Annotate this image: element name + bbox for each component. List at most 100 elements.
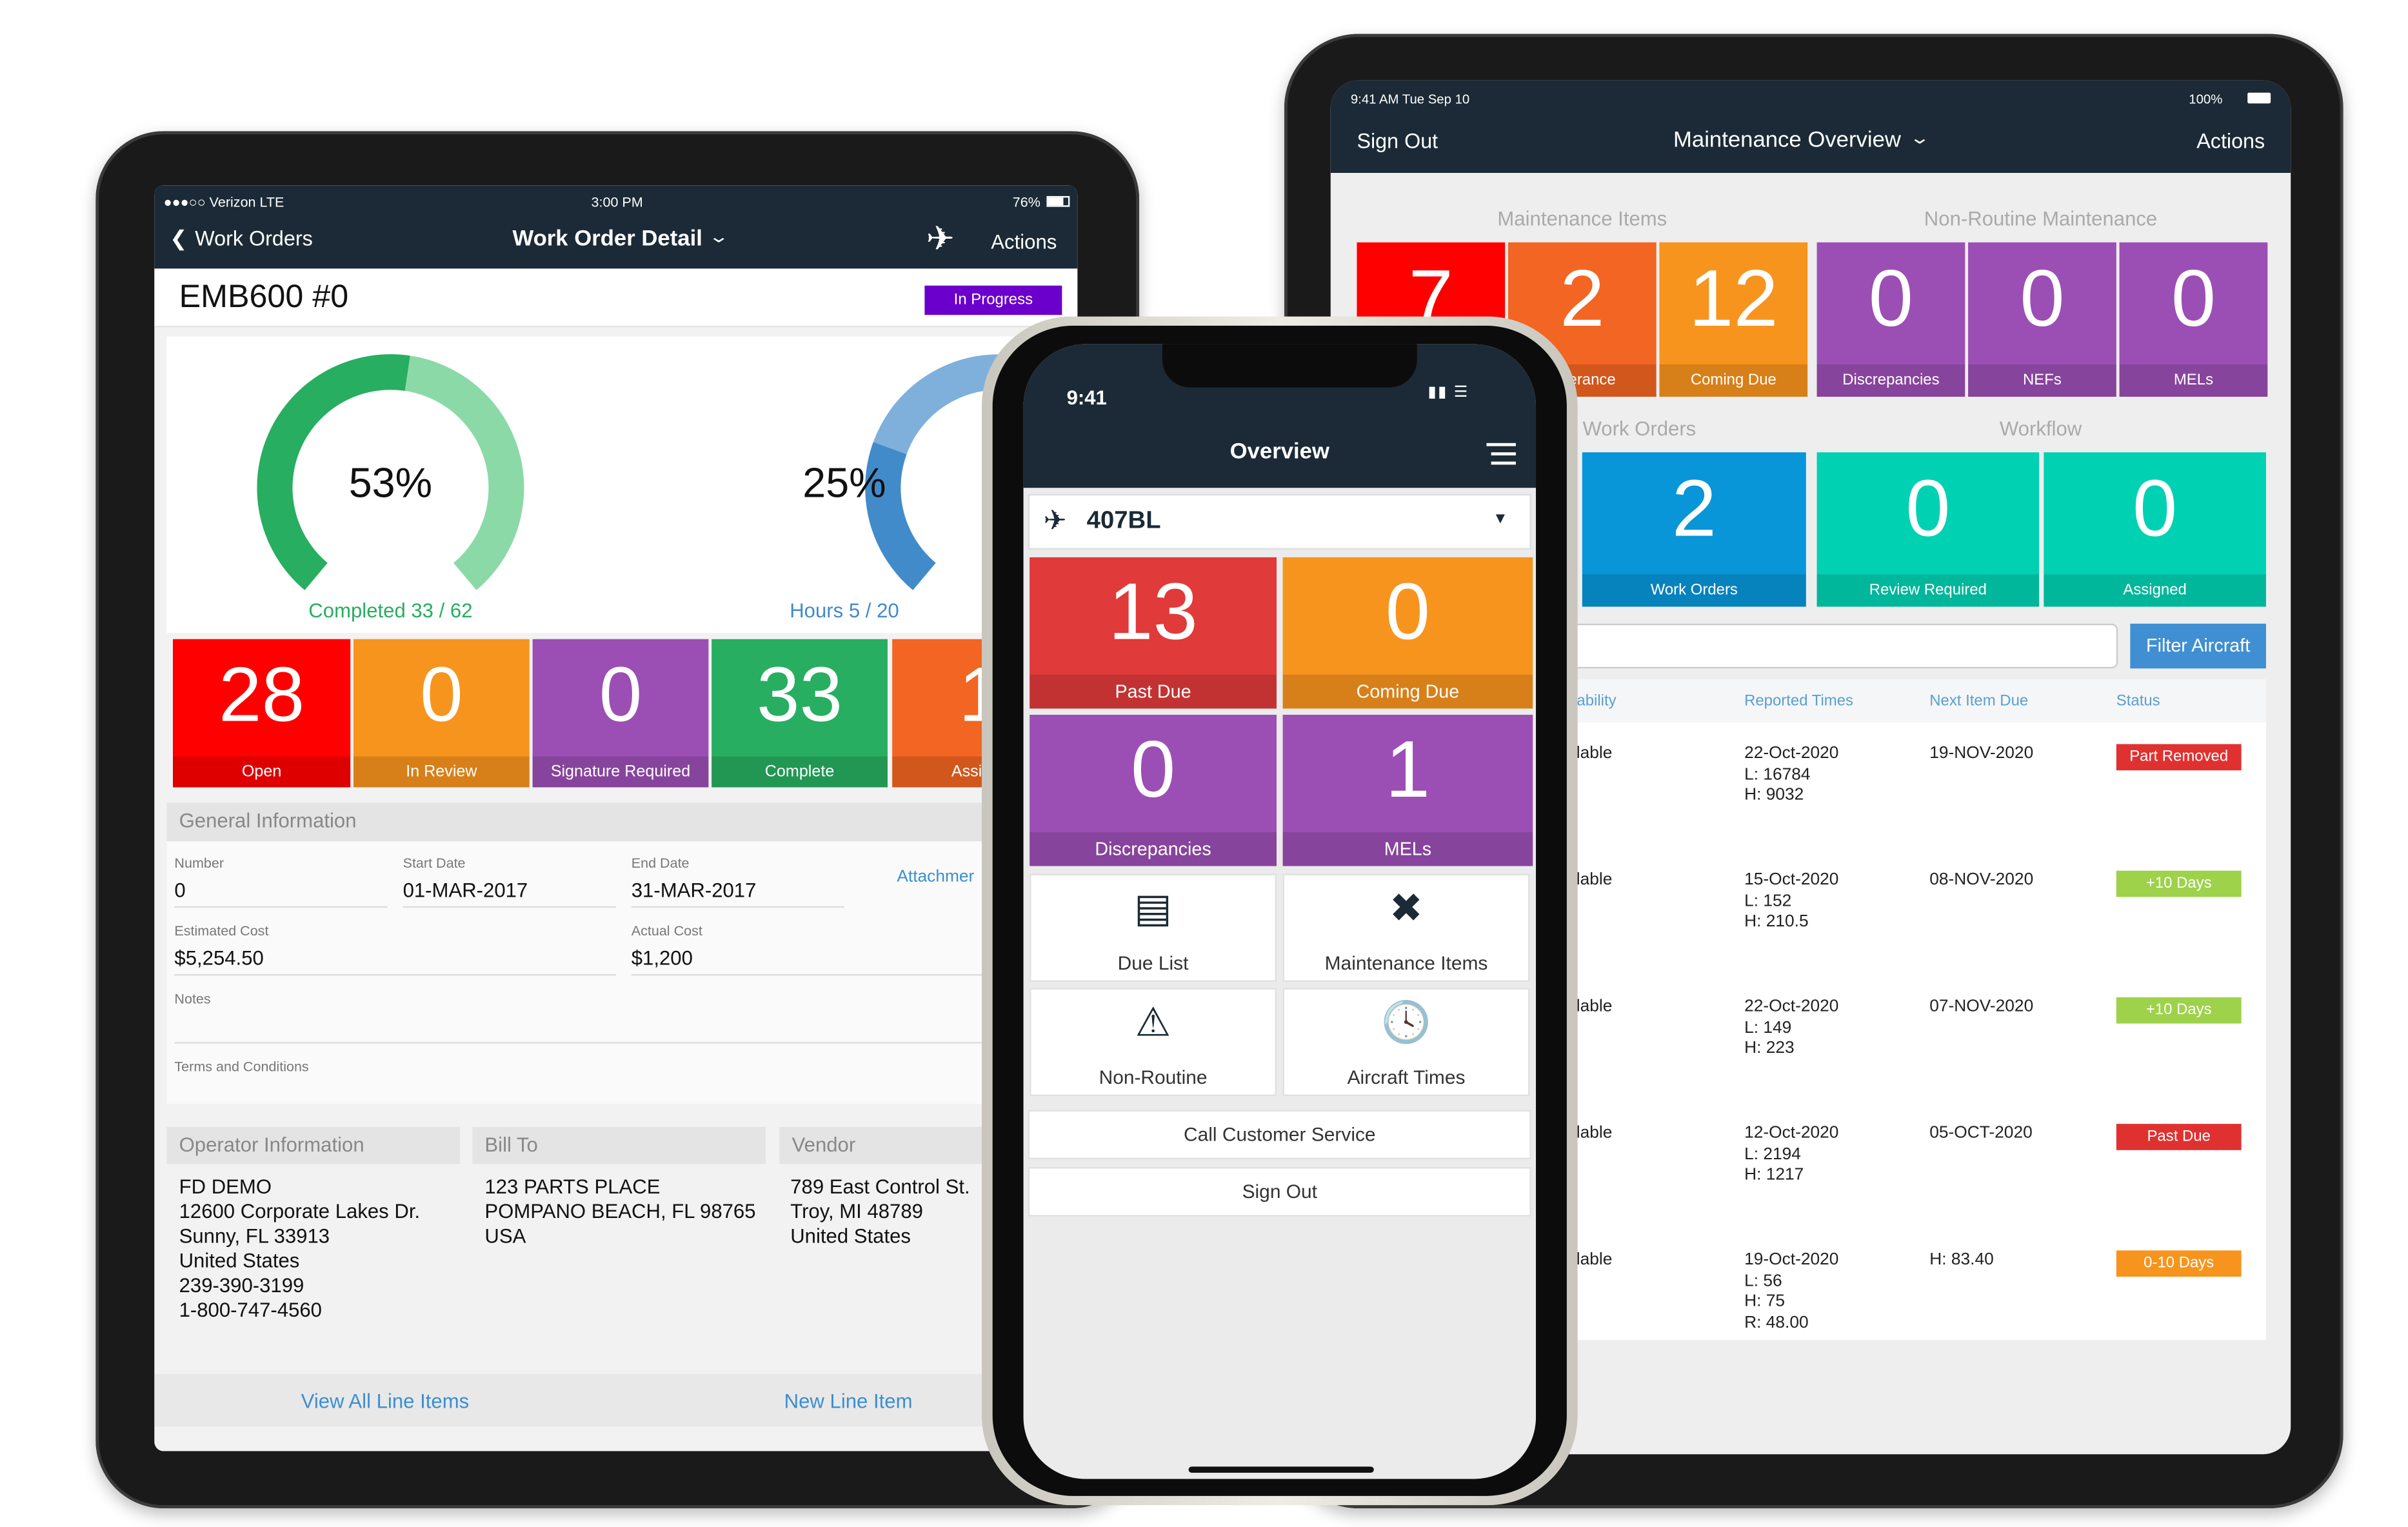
tile-discrepancies[interactable]: 0 Discrepancies [1816, 242, 1965, 397]
reported-times-line: R: 48.00 [1744, 1313, 1809, 1332]
section-maintenance-items: Maintenance Items [1497, 206, 1667, 230]
airplane-icon[interactable]: ✈ [926, 219, 955, 259]
tile-discrepancies[interactable]: 0 Discrepancies [1030, 714, 1277, 866]
table-row[interactable]: Available 15-Oct-2020 L: 152 H: 210.5 08-NOV… [1531, 864, 2266, 985]
menu-non-routine[interactable]: ⚠ Non-Routine [1030, 988, 1277, 1097]
notch [1162, 344, 1417, 388]
tile-label: Open [173, 756, 351, 788]
menu-aircraft-times[interactable]: 🕓 Aircraft Times [1282, 988, 1530, 1097]
chevron-down-icon: ⌄ [1908, 130, 1930, 148]
filter-aircraft-button[interactable]: Filter Aircraft [2130, 623, 2266, 669]
table-row[interactable]: Available 22-Oct-2020 L: 16784 H: 9032 19-NO… [1531, 738, 2266, 859]
tile-in-review[interactable]: 0 In Review [353, 639, 530, 788]
address-line: United States [790, 1224, 911, 1248]
col-reported-times[interactable]: Reported Times [1744, 693, 1853, 710]
call-customer-service-button[interactable]: Call Customer Service [1028, 1110, 1531, 1160]
tile-value: 28 [219, 651, 305, 738]
title-dropdown[interactable]: Maintenance Overview ⌄ [1673, 128, 1930, 153]
address-line: USA [484, 1224, 526, 1248]
hours-caption: Hours 5 / 20 [790, 599, 899, 623]
general-info: Number 0 Start Date 01-MAR-2017 End Date… [166, 841, 1078, 1104]
menu-due-list[interactable]: ▤ Due List [1030, 873, 1277, 982]
nav-bar: ●●●○○ Verizon LTE 3:00 PM 76% ❮ Work Orde… [154, 185, 1078, 269]
phone: 9:41 ▮▮ ☰ Overview ✈ 407BL ▼ 13 Past Due 0… [981, 316, 1578, 1506]
tile-value: 2 [1671, 464, 1716, 555]
tile-value: 0 [2133, 464, 2178, 555]
start-date-label: Start Date [403, 855, 466, 871]
tile-work-orders[interactable]: 2 Work Orders [1582, 452, 1806, 607]
sign-out-button[interactable]: Sign Out [1357, 130, 1438, 153]
nav-title: Overview [1229, 440, 1329, 465]
title-dropdown[interactable]: Work Order Detail ⌄ [512, 227, 729, 252]
tile-complete[interactable]: 33 Complete [711, 639, 888, 788]
tile-value: 0 [1868, 255, 1914, 345]
reported-times-line: 22-Oct-2020 [1744, 997, 1839, 1016]
hamburger-menu-icon[interactable] [1486, 443, 1516, 465]
caret-down-icon: ▼ [1493, 511, 1508, 528]
menu-label: Maintenance Items [1324, 952, 1488, 974]
menu-label: Non-Routine [1099, 1066, 1208, 1089]
tile-label: Discrepancies [1030, 832, 1277, 866]
table-row[interactable]: Available 12-Oct-2020 L: 2194 H: 1217 05-OCT… [1531, 1118, 2266, 1239]
battery: 76% [1012, 194, 1040, 210]
tile-mels[interactable]: 0 MELs [2119, 242, 2268, 397]
col-status[interactable]: Status [2116, 693, 2160, 710]
status-time: 9:41 AM Tue Sep 10 [1350, 91, 1470, 107]
address-line: Troy, MI 48789 [790, 1199, 923, 1223]
col-next-item-due[interactable]: Next Item Due [1929, 693, 2028, 710]
view-all-line-items-link[interactable]: View All Line Items [301, 1390, 470, 1413]
tile-signature-required[interactable]: 0 Signature Required [532, 639, 709, 788]
tile-open[interactable]: 28 Open [173, 639, 351, 788]
reported-times-line: 15-Oct-2020 [1744, 870, 1839, 890]
actions-button[interactable]: Actions [2196, 130, 2265, 153]
vendor-address: 789 East Control St. Troy, MI 48789 United… [790, 1175, 970, 1249]
aircraft-table: Availability Reported Times Next Item Du… [1531, 679, 2266, 1341]
tile-mels[interactable]: 1 MELs [1282, 714, 1533, 866]
completed-caption: Completed 33 / 62 [308, 599, 473, 623]
camera [1716, 48, 1902, 66]
menu-maintenance-items[interactable]: ✖ Maintenance Items [1282, 873, 1530, 982]
attachments-link[interactable]: Attachmer [897, 868, 974, 886]
next-item-due-cell: 19-NOV-2020 [1929, 744, 2034, 763]
work-order-title: EMB600 #0 [179, 279, 349, 315]
tile-value: 1 [1385, 725, 1431, 815]
chevron-left-icon: ❮ [170, 226, 188, 250]
tile-review-required[interactable]: 0 Review Required [1816, 452, 2040, 607]
back-button[interactable]: ❮ Work Orders [170, 227, 313, 252]
work-order-header: EMB600 #0 In Progress [154, 268, 1078, 328]
status-badge: In Progress [924, 285, 1062, 315]
tile-value: 33 [757, 651, 843, 738]
sign-out-button[interactable]: Sign Out [1028, 1167, 1531, 1217]
bill-to-address: 123 PARTS PLACE POMPANO BEACH, FL 98765 US… [484, 1175, 755, 1249]
battery: 100% [2189, 91, 2223, 107]
address-line: FD DEMO [179, 1175, 272, 1198]
tile-coming-due[interactable]: 0 Coming Due [1282, 557, 1533, 709]
table-header: Availability Reported Times Next Item Du… [1531, 679, 2266, 723]
home-indicator[interactable] [1188, 1466, 1374, 1473]
aircraft-search-input[interactable] [1531, 623, 2118, 669]
table-row[interactable]: Available 22-Oct-2020 L: 149 H: 223 07-NOV-2… [1531, 991, 2266, 1112]
reported-times-line: L: 152 [1744, 891, 1792, 910]
back-label: Work Orders [195, 226, 313, 250]
next-item-due-cell: 05-OCT-2020 [1929, 1124, 2033, 1143]
address-line: 239-390-3199 [179, 1273, 304, 1297]
tile-label: Past Due [1030, 674, 1277, 709]
actions-button[interactable]: Actions [991, 230, 1057, 254]
tile-value: 0 [2171, 255, 2216, 345]
tile-value: 13 [1108, 568, 1198, 657]
tile-past-due[interactable]: 13 Past Due [1030, 557, 1277, 709]
tile-coming-due[interactable]: 12 Coming Due [1659, 242, 1808, 397]
section-workflow: Workflow [1999, 417, 2082, 441]
actual-cost-value: $1,200 [631, 946, 693, 970]
tile-assigned[interactable]: 0 Assigned [2044, 452, 2266, 607]
tools-icon: ✖ [1389, 884, 1424, 931]
new-line-item-link[interactable]: New Line Item [784, 1390, 913, 1413]
tile-value: 0 [2020, 255, 2065, 345]
status-time: 3:00 PM [591, 194, 643, 210]
reported-times-line: 22-Oct-2020 [1744, 744, 1839, 763]
reported-times-line: H: 210.5 [1744, 912, 1809, 931]
tile-value: 12 [1689, 255, 1778, 345]
tile-nefs[interactable]: 0 NEFs [1968, 242, 2116, 397]
table-row[interactable]: Available 19-Oct-2020 L: 56 H: 75 R: 48.00 H:… [1531, 1244, 2266, 1365]
aircraft-selector[interactable]: ✈ 407BL ▼ [1028, 494, 1531, 550]
